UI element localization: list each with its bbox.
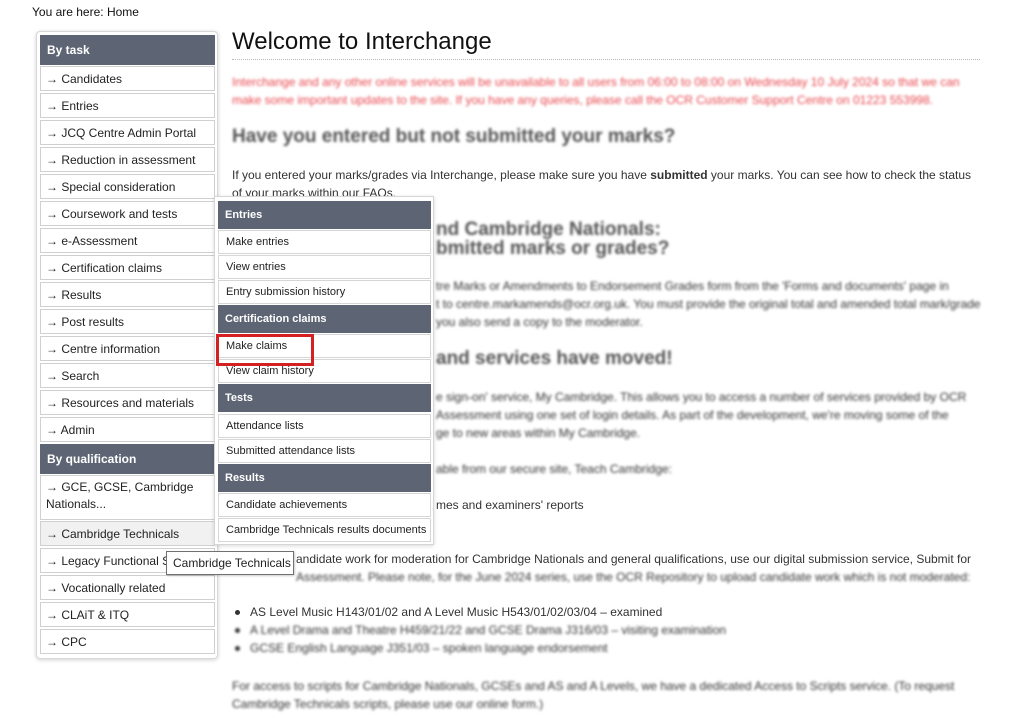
submission-list: AS Level Music H143/01/02 and A Level Mu… <box>234 603 727 657</box>
nav-item-vocationally-related[interactable]: → Vocationally related <box>40 575 215 600</box>
nav-item-jcq-portal[interactable]: → JCQ Centre Admin Portal <box>40 120 215 145</box>
schemes-text: mes and examiners' reports <box>436 498 584 512</box>
nav-item-certification-claims[interactable]: → Certification claims <box>40 255 215 280</box>
nav-item-results[interactable]: → Results <box>40 282 215 307</box>
dropdown-item-candidate-achievements[interactable]: Candidate achievements <box>218 493 431 517</box>
nav-item-cambridge-technicals[interactable]: → Cambridge Technicals <box>40 521 215 546</box>
dropdown-heading-results: Results <box>218 464 431 492</box>
list-item: GCSE English Language J351/03 – spoken l… <box>234 639 726 657</box>
heading-moved: and services have moved! <box>436 348 673 369</box>
nav-item-centre-information[interactable]: → Centre information <box>40 336 215 361</box>
heading-marks: Have you entered but not submitted your … <box>232 126 676 147</box>
mycambridge-line1: e sign-on' service, My Cambridge. This a… <box>436 390 967 404</box>
dropdown-heading-tests: Tests <box>218 384 431 412</box>
service-notice: Interchange and any other online service… <box>232 75 960 107</box>
amend-paragraph-line2: t to centre.markamends@ocr.org.uk. You m… <box>436 297 981 311</box>
title-divider <box>232 59 980 60</box>
dropdown-item-submitted-attendance-lists[interactable]: Submitted attendance lists <box>218 439 431 463</box>
nav-item-resources[interactable]: → Resources and materials <box>40 390 215 415</box>
make-claims-highlight <box>216 334 314 366</box>
heading-nationals-line2: bmitted marks or grades? <box>436 238 670 259</box>
page-title: Welcome to Interchange <box>232 28 492 55</box>
dropdown-item-view-entries[interactable]: View entries <box>218 255 431 279</box>
submit-line2: Assessment. Please note, for the June 20… <box>296 570 971 584</box>
submit-line1: andidate work for moderation for Cambrid… <box>296 552 972 566</box>
nav-item-gce-gcse[interactable]: → GCE, GCSE, Cambridge Nationals... <box>40 475 215 520</box>
scripts-line1: For access to scripts for Cambridge Nati… <box>232 679 955 693</box>
nav-item-post-results[interactable]: → Post results <box>40 309 215 334</box>
dropdown-item-make-entries[interactable]: Make entries <box>218 230 431 254</box>
nav-item-candidates[interactable]: → Candidates <box>40 66 215 91</box>
mycambridge-line3: ge to new areas within My Cambridge. <box>436 426 641 440</box>
list-item: AS Level Music H143/01/02 and A Level Mu… <box>234 603 726 621</box>
scripts-line2: Cambridge Technicals scripts, please use… <box>232 697 544 711</box>
dropdown-heading-entries: Entries <box>218 201 431 229</box>
nav-item-clait-itq[interactable]: → CLAiT & ITQ <box>40 602 215 627</box>
dropdown-heading-certification-claims: Certification claims <box>218 305 431 333</box>
nav-item-admin[interactable]: → Admin <box>40 417 215 442</box>
by-qualification-heading: By qualification <box>40 444 215 474</box>
task-dropdown-menu: Entries Make entries View entries Entry … <box>214 196 434 545</box>
dropdown-item-attendance-lists[interactable]: Attendance lists <box>218 414 431 438</box>
teach-cambridge-text: able from our secure site, Teach Cambrid… <box>436 462 672 476</box>
dropdown-item-entry-submission-history[interactable]: Entry submission history <box>218 280 431 304</box>
amend-paragraph-line1: tre Marks or Amendments to Endorsement G… <box>436 279 949 293</box>
nav-item-special-consideration[interactable]: → Special consideration <box>40 174 215 199</box>
nav-item-entries[interactable]: → Entries <box>40 93 215 118</box>
by-task-heading: By task <box>40 35 215 65</box>
cambridge-technicals-tooltip: Cambridge Technicals <box>166 551 294 575</box>
nav-item-e-assessment[interactable]: → e-Assessment <box>40 228 215 253</box>
breadcrumb: You are here: Home <box>32 5 139 19</box>
nav-item-reduction[interactable]: → Reduction in assessment <box>40 147 215 172</box>
list-item: A Level Drama and Theatre H459/21/22 and… <box>234 623 727 637</box>
dropdown-item-technicals-results-documents[interactable]: Cambridge Technicals results documents <box>218 518 431 542</box>
nav-item-coursework[interactable]: → Coursework and tests <box>40 201 215 226</box>
amend-paragraph-line3: you also send a copy to the moderator. <box>436 315 643 329</box>
nav-item-cpc[interactable]: → CPC <box>40 629 215 654</box>
mycambridge-line2: Assessment using one set of login detail… <box>436 408 949 422</box>
nav-item-search[interactable]: → Search <box>40 363 215 388</box>
